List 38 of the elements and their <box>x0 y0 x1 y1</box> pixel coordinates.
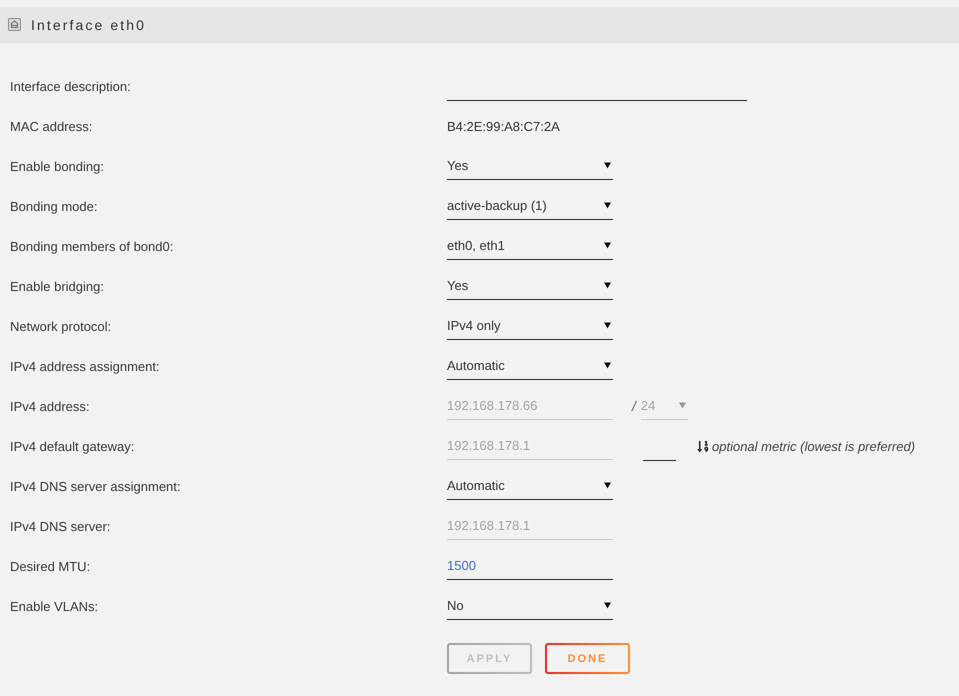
caret-icon <box>604 242 611 249</box>
caret-icon <box>678 402 686 409</box>
input-field[interactable]: 1500 <box>447 552 613 580</box>
field-label: MAC address: <box>10 118 92 134</box>
dropdown[interactable]: Automatic <box>447 472 613 500</box>
dropdown[interactable]: Yes <box>447 152 613 180</box>
caret-icon <box>604 482 611 489</box>
caret-icon <box>604 322 611 329</box>
field-label: IPv4 address assignment: <box>10 358 160 374</box>
caret-icon <box>604 162 611 169</box>
field-label: IPv4 DNS server: <box>10 518 110 534</box>
caret-icon <box>604 362 611 369</box>
caret-icon <box>604 282 611 289</box>
field-label: Interface description: <box>10 78 131 94</box>
port-icon <box>8 18 21 31</box>
separator-text: / <box>632 398 636 414</box>
field-label: Network protocol: <box>10 318 112 334</box>
field-label: Desired MTU: <box>10 558 90 574</box>
sort-ascending-icon <box>697 440 709 452</box>
field-label: IPv4 address: <box>10 398 90 414</box>
field-label: Enable VLANs: <box>10 598 98 614</box>
caret-icon <box>604 202 611 209</box>
metric-hint: optional metric (lowest is preferred) <box>712 438 916 454</box>
dropdown[interactable]: eth0, eth1 <box>447 232 613 260</box>
dropdown[interactable]: active-backup (1) <box>447 192 613 220</box>
dropdown[interactable]: IPv4 only <box>447 312 613 340</box>
panel-title: Interface eth0 <box>31 16 146 32</box>
dropdown[interactable]: No <box>447 592 613 620</box>
field-label: IPv4 DNS server assignment: <box>10 478 181 494</box>
field-label: Enable bonding: <box>10 158 104 174</box>
mac-address-value: B4:2E:99:A8:C7:2A <box>447 118 560 134</box>
dropdown[interactable]: Automatic <box>447 352 613 380</box>
caret-icon <box>604 602 611 609</box>
field-label: IPv4 default gateway: <box>10 438 134 454</box>
field-label: Enable bridging: <box>10 278 104 294</box>
dropdown[interactable]: Yes <box>447 272 613 300</box>
field-label: Bonding members of bond0: <box>10 238 174 254</box>
field-label: Bonding mode: <box>10 198 98 214</box>
